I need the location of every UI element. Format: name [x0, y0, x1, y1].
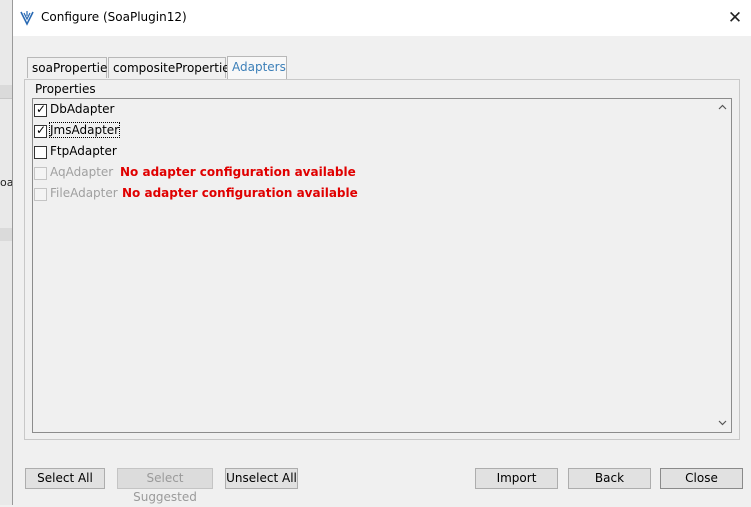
adapter-label: JmsAdapter	[48, 122, 121, 138]
tab-soa-properties[interactable]: soaProperties	[27, 57, 114, 78]
background-divider	[0, 98, 12, 99]
close-button[interactable]: Close	[660, 468, 743, 489]
adapter-list[interactable]: ✓ DbAdapter ✓ JmsAdapter FtpAdapter AqAd…	[32, 98, 732, 433]
select-all-button[interactable]: Select All	[25, 468, 105, 489]
checkmark-icon: ✓	[36, 102, 47, 116]
window-title: Configure (SoaPlugin12)	[41, 10, 187, 24]
chevron-down-icon[interactable]	[714, 415, 731, 432]
file-adapter-checkbox	[34, 188, 47, 201]
aq-adapter-checkbox	[34, 167, 47, 180]
chevron-up-icon[interactable]	[714, 99, 731, 116]
import-button[interactable]: Import	[475, 468, 558, 489]
adapter-label: FileAdapter	[50, 186, 118, 200]
tab-label: soaProperties	[32, 61, 114, 75]
checkmark-icon: ✓	[36, 123, 47, 137]
title-bar[interactable]: Configure (SoaPlugin12) ✕	[13, 0, 751, 36]
close-window-button[interactable]: ✕	[723, 6, 747, 30]
unselect-all-button[interactable]: Unselect All	[225, 468, 298, 489]
jms-adapter-checkbox[interactable]: ✓	[34, 123, 47, 138]
adapter-label: FtpAdapter	[50, 144, 117, 158]
adapter-label: DbAdapter	[50, 102, 115, 116]
tab-label: Adapters	[232, 60, 286, 74]
select-suggested-button: Select Suggested	[117, 468, 213, 504]
configure-dialog: Configure (SoaPlugin12) ✕ soaProperties …	[12, 0, 751, 505]
back-button[interactable]: Back	[568, 468, 651, 489]
properties-group-title: Properties	[35, 82, 96, 96]
background-row-highlight	[0, 85, 12, 99]
adapter-label: AqAdapter	[50, 165, 114, 179]
ftp-adapter-checkbox[interactable]	[34, 146, 47, 159]
adapters-tab-panel: Properties ✓ DbAdapter ✓ JmsAdapter FtpA…	[24, 79, 740, 440]
tab-composite-properties[interactable]: compositeProperties	[108, 57, 236, 78]
adapter-warning-message: No adapter configuration available	[120, 165, 356, 179]
jdeveloper-icon	[19, 10, 35, 26]
db-adapter-checkbox[interactable]: ✓	[34, 102, 47, 117]
tab-label: compositeProperties	[113, 61, 236, 75]
vertical-scrollbar[interactable]	[714, 99, 731, 432]
background-window-strip: oa	[0, 0, 13, 505]
adapter-warning-message: No adapter configuration available	[122, 186, 358, 200]
tab-adapters[interactable]: Adapters	[227, 56, 287, 79]
background-row-highlight	[0, 228, 12, 241]
